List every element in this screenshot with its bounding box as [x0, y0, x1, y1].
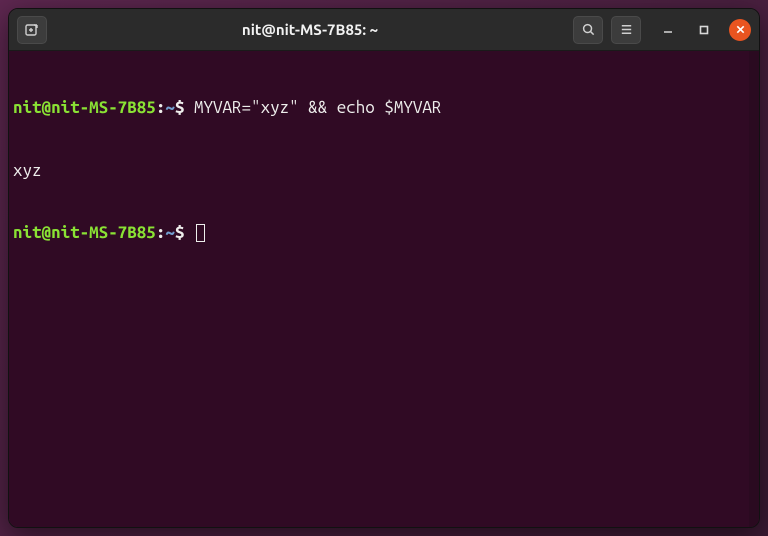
titlebar: nit@nit-MS-7B85: ~: [9, 9, 759, 51]
new-tab-icon: [24, 22, 40, 38]
minimize-button[interactable]: [657, 19, 679, 41]
minimize-icon: [662, 24, 674, 36]
window-controls: [657, 19, 751, 41]
maximize-button[interactable]: [693, 19, 715, 41]
prompt-path: ~: [165, 98, 175, 117]
search-button[interactable]: [573, 16, 603, 44]
prompt-user-host: nit@nit-MS-7B85: [13, 223, 156, 242]
prompt-path: ~: [165, 223, 175, 242]
prompt-separator: :: [156, 98, 166, 117]
prompt-separator: :: [156, 223, 166, 242]
maximize-icon: [698, 24, 710, 36]
window-title: nit@nit-MS-7B85: ~: [55, 21, 565, 38]
new-tab-button[interactable]: [17, 16, 47, 44]
cursor: [196, 224, 205, 242]
terminal-window: nit@nit-MS-7B85: ~: [8, 8, 760, 528]
terminal-line-1: nit@nit-MS-7B85:~$ MYVAR="xyz" && echo $…: [13, 98, 755, 119]
prompt-user-host: nit@nit-MS-7B85: [13, 98, 156, 117]
terminal-line-2: nit@nit-MS-7B85:~$: [13, 223, 755, 244]
close-icon: [735, 24, 746, 35]
terminal-body[interactable]: nit@nit-MS-7B85:~$ MYVAR="xyz" && echo $…: [9, 51, 759, 527]
command-text: MYVAR="xyz" && echo $MYVAR: [194, 98, 442, 117]
close-button[interactable]: [729, 19, 751, 41]
terminal-output-1: xyz: [13, 161, 755, 182]
prompt-symbol: $: [175, 223, 185, 242]
scrollbar[interactable]: [749, 51, 759, 527]
prompt-symbol: $: [175, 98, 185, 117]
hamburger-icon: [619, 22, 634, 37]
search-icon: [581, 22, 596, 37]
menu-button[interactable]: [611, 16, 641, 44]
